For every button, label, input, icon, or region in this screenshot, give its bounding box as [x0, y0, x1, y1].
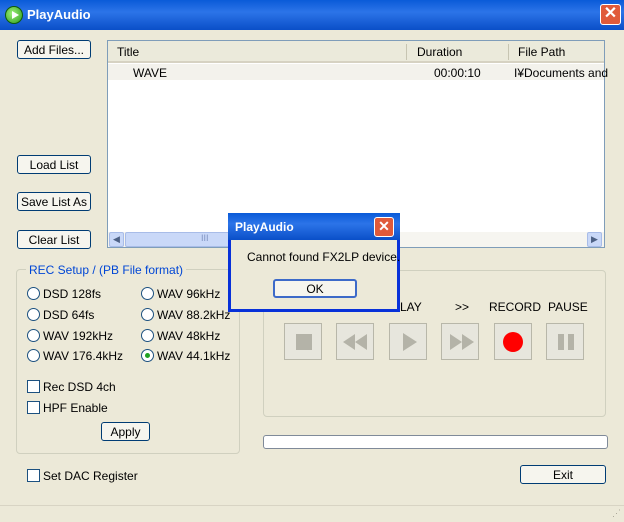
row-title: WAVE: [133, 66, 168, 80]
column-file-path[interactable]: File Path: [518, 45, 565, 59]
apply-button[interactable]: Apply: [101, 422, 150, 441]
radio-circle[interactable]: [27, 287, 40, 300]
scroll-right-icon[interactable]: ▶: [587, 232, 602, 247]
fast-forward-label: >>: [455, 300, 470, 314]
pause-button[interactable]: [546, 323, 584, 360]
stop-button[interactable]: [284, 323, 322, 360]
play-icon: [403, 333, 417, 351]
column-separator[interactable]: [406, 44, 407, 60]
record-icon: [503, 332, 523, 352]
progress-bar: [263, 435, 608, 449]
stop-icon: [296, 334, 312, 350]
checkbox-label: Rec DSD 4ch: [43, 380, 116, 394]
radio-circle[interactable]: [141, 287, 154, 300]
close-window-button[interactable]: ✕: [600, 4, 621, 25]
radio-label: WAV 48kHz: [157, 329, 221, 343]
radio-label: DSD 64fs: [43, 308, 95, 322]
load-list-button[interactable]: Load List: [17, 155, 91, 174]
record-label: RECORD: [489, 300, 542, 314]
play-label: LAY: [400, 300, 422, 314]
fast-forward-button[interactable]: [441, 323, 479, 360]
table-row[interactable]: WAVE 00:00:10 I¥Documents and: [108, 64, 608, 80]
rec-setup-legend: REC Setup / (PB File format): [26, 263, 187, 277]
title-bar: PlayAudio ✕: [0, 0, 624, 30]
add-files-button[interactable]: Add Files...: [17, 40, 91, 59]
ok-button[interactable]: OK: [273, 279, 357, 298]
exit-button[interactable]: Exit: [520, 465, 606, 484]
radio-label: WAV 192kHz: [43, 329, 114, 343]
radio-circle[interactable]: [27, 349, 40, 362]
column-duration[interactable]: Duration: [417, 45, 462, 59]
scroll-grip-icon: III: [201, 233, 209, 243]
radio-circle[interactable]: [141, 308, 154, 321]
radio-circle[interactable]: [27, 308, 40, 321]
row-path: I¥Documents and: [514, 66, 609, 80]
radio-label: WAV 176.4kHz: [43, 349, 124, 363]
list-header: Title Duration File Path: [108, 41, 604, 63]
radio-label: DSD 128fs: [43, 287, 102, 301]
error-dialog: PlayAudio ✕ Cannot found FX2LP device. O…: [228, 213, 400, 312]
radio-label: WAV 96kHz: [157, 287, 221, 301]
checkbox-box[interactable]: [27, 401, 40, 414]
pause-label: PAUSE: [548, 300, 588, 314]
pause-icon: [558, 334, 574, 350]
column-title[interactable]: Title: [117, 45, 139, 59]
checkbox-label: HPF Enable: [43, 401, 108, 415]
record-button[interactable]: [494, 323, 532, 360]
dialog-close-button[interactable]: ✕: [374, 217, 394, 237]
column-separator[interactable]: [508, 44, 509, 60]
scroll-left-icon[interactable]: ◀: [109, 232, 124, 247]
row-duration: 00:00:10: [434, 66, 481, 80]
checkbox-label: Set DAC Register: [43, 469, 138, 483]
radio-circle-selected[interactable]: [141, 349, 154, 362]
dialog-message: Cannot found FX2LP device.: [247, 250, 401, 264]
save-list-as-button[interactable]: Save List As: [17, 192, 91, 211]
clear-list-button[interactable]: Clear List: [17, 230, 91, 249]
radio-circle[interactable]: [27, 329, 40, 342]
resize-grip-icon[interactable]: ⋰: [612, 508, 621, 519]
radio-circle[interactable]: [141, 329, 154, 342]
window-title: PlayAudio: [27, 7, 91, 22]
fast-forward-icon: [450, 334, 474, 350]
dialog-title-bar: PlayAudio ✕: [228, 213, 400, 240]
radio-label: WAV 44.1kHz: [157, 349, 231, 363]
play-button[interactable]: [389, 323, 427, 360]
checkbox-box[interactable]: [27, 380, 40, 393]
checkbox-box[interactable]: [27, 469, 40, 482]
app-icon: [5, 6, 23, 24]
rewind-button[interactable]: [336, 323, 374, 360]
radio-label: WAV 88.2kHz: [157, 308, 231, 322]
main-window: PlayAudio ✕ Add Files... Load List Save …: [0, 0, 624, 522]
status-bar: ⋰: [0, 505, 624, 522]
rewind-icon: [343, 334, 367, 350]
dialog-title: PlayAudio: [235, 220, 294, 234]
